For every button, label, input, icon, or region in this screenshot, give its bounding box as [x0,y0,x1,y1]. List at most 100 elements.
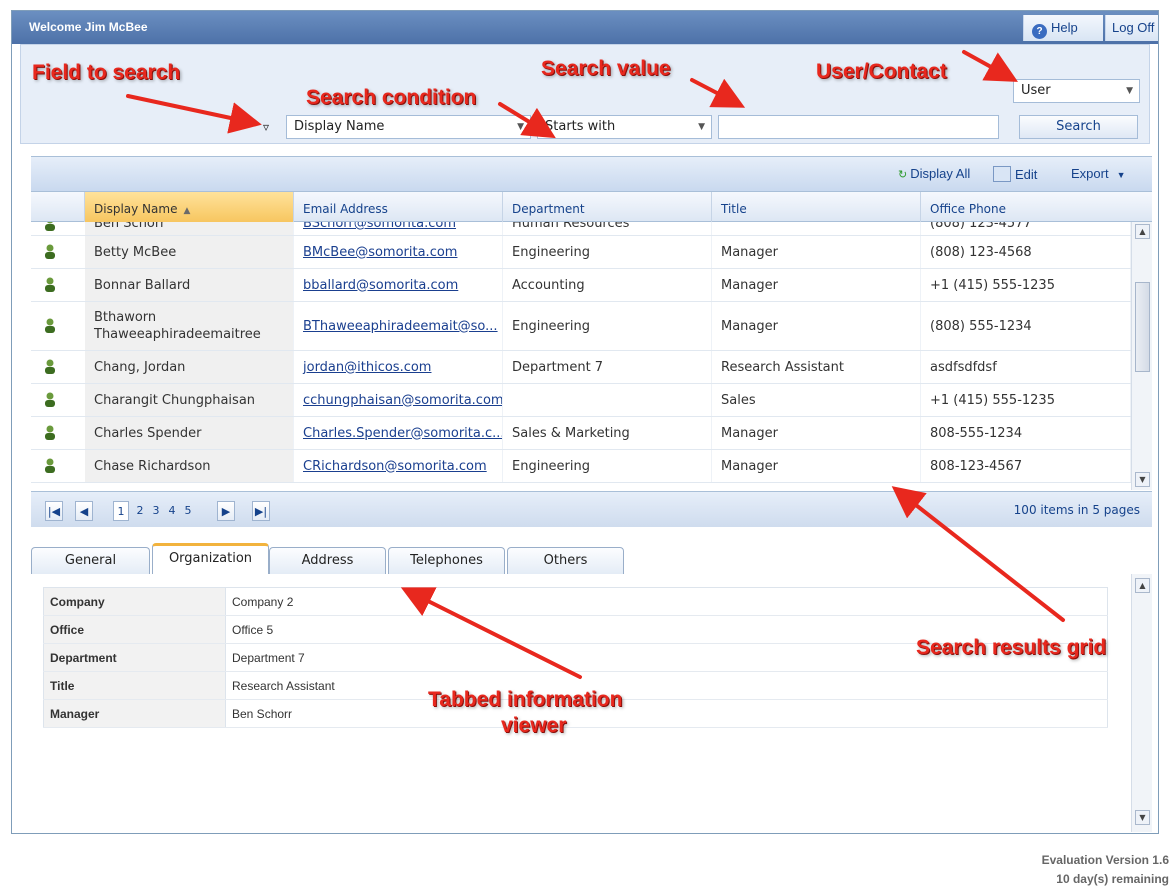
detail-key: Department [43,643,226,672]
cell-department: Engineering [503,450,712,482]
column-header-office-phone[interactable]: Office Phone [921,192,1152,222]
scroll-down-icon[interactable]: ▼ [1135,472,1150,487]
cell-department: Engineering [503,236,712,268]
results-grid: Ben Schorr BSchorr@somorita.com Human Re… [31,222,1131,490]
table-row[interactable]: Ben Schorr BSchorr@somorita.com Human Re… [31,222,1131,236]
cell-email-link[interactable]: cchungphaisan@somorita.com [294,384,503,416]
cell-office-phone: (808) 123-4577 [921,222,1131,235]
annotation-tabbed-viewer: Tabbed information [428,688,623,711]
table-row[interactable]: Charles Spender Charles.Spender@somorita… [31,417,1131,450]
first-page-icon[interactable]: |◀ [45,501,63,521]
annotation-tabbed-viewer-2: viewer [501,714,567,737]
tab-others[interactable]: Others [507,547,624,574]
user-contact-select[interactable]: User ▼ [1013,79,1140,103]
cell-office-phone: 808-555-1234 [921,417,1131,449]
details-scrollbar[interactable]: ▲ ▼ [1131,574,1152,832]
detail-value: Company 2 [225,587,1108,616]
last-page-icon[interactable]: ▶| [252,501,270,521]
page-link[interactable]: 2 [134,501,146,521]
annotation-search-condition: Search condition [306,86,477,109]
grid-scrollbar[interactable]: ▲ ▼ [1131,222,1152,490]
cell-department: Accounting [503,269,712,301]
column-header-display-name[interactable]: Display Name ▲ [85,192,294,222]
annotation-field-to-search: Field to search [32,61,181,84]
scroll-up-icon[interactable]: ▲ [1135,224,1150,239]
cell-title: Manager [712,302,921,350]
next-page-icon[interactable]: ▶ [217,501,235,521]
cell-title: Manager [712,236,921,268]
filter-icon: ▿ [263,120,270,134]
cell-department: Human Resources [503,222,712,235]
column-header-department[interactable]: Department [503,192,712,222]
user-icon [45,277,55,292]
cell-title: Manager [712,269,921,301]
page-link[interactable]: 5 [182,501,194,521]
cell-office-phone: +1 (415) 555-1235 [921,269,1131,301]
cell-email-link[interactable]: Charles.Spender@somorita.c... [294,417,503,449]
help-button[interactable]: ? Help [1023,15,1103,41]
annotation-user-contact: User/Contact [816,60,947,83]
column-header-email[interactable]: Email Address [294,192,503,222]
scroll-down-icon[interactable]: ▼ [1135,810,1150,825]
cell-display-name: Ben Schorr [85,222,294,235]
edit-button[interactable]: Edit [993,166,1037,182]
chevron-down-icon: ▼ [517,122,524,132]
cell-display-name: Charangit Chungphaisan [85,384,294,416]
column-header-title[interactable]: Title [712,192,921,222]
page-link[interactable]: 4 [166,501,178,521]
user-icon [45,425,55,440]
search-button[interactable]: Search [1019,115,1138,139]
cell-email-link[interactable]: BMcBee@somorita.com [294,236,503,268]
tab-telephones[interactable]: Telephones [388,547,505,574]
search-condition-select[interactable]: Starts with ▼ [537,115,712,139]
cell-email-link[interactable]: CRichardson@somorita.com [294,450,503,482]
search-condition-value: Starts with [545,119,616,134]
table-row[interactable]: Bonnar Ballard bballard@somorita.com Acc… [31,269,1131,302]
tab-strip: General Organization Address Telephones … [31,543,1152,575]
page-link[interactable]: 3 [150,501,162,521]
search-field-select[interactable]: Display Name ▼ [286,115,531,139]
display-all-label: Display All [910,166,971,181]
cell-title [712,222,921,235]
cell-office-phone: (808) 555-1234 [921,302,1131,350]
cell-email-link[interactable]: BThaweeaphiradeemait@so... [294,302,503,350]
tab-organization[interactable]: Organization [152,543,269,575]
pager-summary: 100 items in 5 pages [1013,503,1140,517]
tab-address[interactable]: Address [269,547,386,574]
display-all-button[interactable]: ↻ Display All [898,166,970,181]
table-row[interactable]: Bthaworn Thaweeaphiradeemaitree BThaweea… [31,302,1131,351]
help-label: Help [1051,20,1078,35]
user-icon [45,244,55,259]
cell-email-link[interactable]: bballard@somorita.com [294,269,503,301]
edit-label: Edit [1015,167,1038,182]
user-icon [45,318,55,333]
icon-column-header [31,192,85,222]
user-icon [45,359,55,374]
scrollbar-thumb[interactable] [1135,282,1150,372]
column-header-label: Display Name [94,202,178,216]
table-row[interactable]: Chang, Jordan jordan@ithicos.com Departm… [31,351,1131,384]
search-value-input[interactable] [718,115,999,139]
pager: |◀ ◀ 1 2 3 4 5 ▶ ▶| 100 items in 5 pages [31,491,1152,527]
tab-general[interactable]: General [31,547,150,574]
table-row[interactable]: Charangit Chungphaisan cchungphaisan@som… [31,384,1131,417]
scroll-up-icon[interactable]: ▲ [1135,578,1150,593]
page-link-current[interactable]: 1 [113,501,129,521]
cell-department: Sales & Marketing [503,417,712,449]
version-text: Evaluation Version 1.6 [1041,853,1169,867]
export-button[interactable]: Export ▼ [1071,166,1126,181]
cell-display-name: Chase Richardson [85,450,294,482]
cell-title: Manager [712,450,921,482]
cell-email-link[interactable]: BSchorr@somorita.com [294,222,503,235]
table-row[interactable]: Betty McBee BMcBee@somorita.com Engineer… [31,236,1131,269]
search-field-value: Display Name [294,119,385,134]
chevron-down-icon: ▼ [1126,86,1133,96]
cell-email-link[interactable]: jordan@ithicos.com [294,351,503,383]
cell-title: Manager [712,417,921,449]
log-off-button[interactable]: Log Off [1105,15,1158,41]
detail-value: Research Assistant [225,671,1108,700]
previous-page-icon[interactable]: ◀ [75,501,93,521]
title-bar: Welcome Jim McBee ? Help Log Off [12,11,1158,44]
chevron-down-icon: ▼ [698,122,705,132]
table-row[interactable]: Chase Richardson CRichardson@somorita.co… [31,450,1131,483]
